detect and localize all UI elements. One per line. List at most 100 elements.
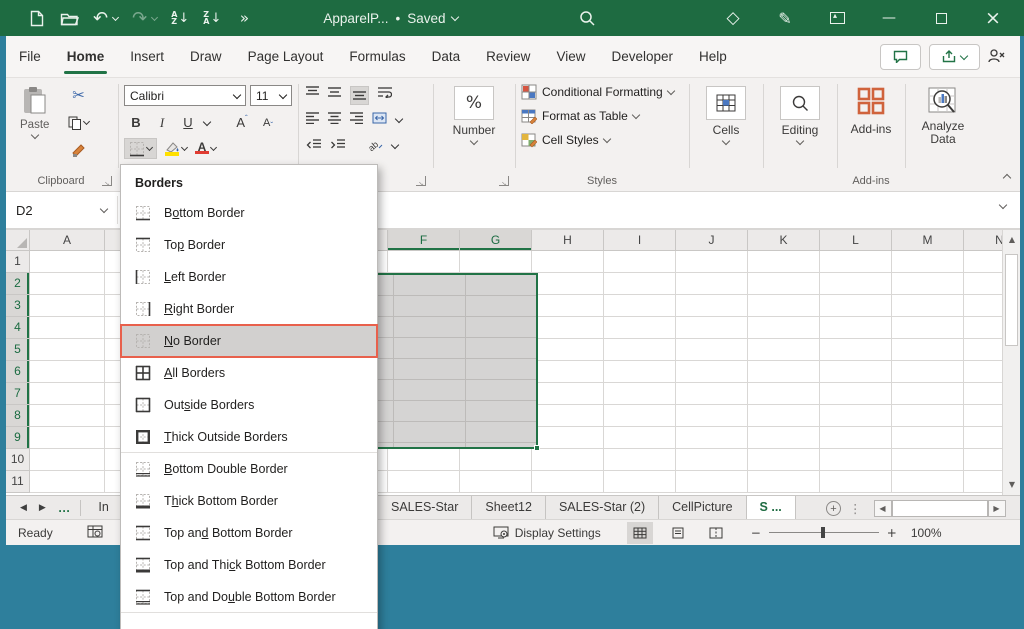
- decrease-font-button[interactable]: Aˇ: [258, 112, 278, 133]
- row-header[interactable]: 9: [6, 427, 30, 449]
- italic-button[interactable]: I: [152, 112, 172, 133]
- ribbon-tab[interactable]: Home: [54, 36, 118, 78]
- number-format-button[interactable]: % Number: [447, 78, 501, 144]
- premium-diamond-icon[interactable]: ◇: [724, 7, 742, 29]
- row-header[interactable]: 11: [6, 471, 30, 493]
- row-header[interactable]: 5: [6, 339, 30, 361]
- bold-button[interactable]: B: [126, 112, 146, 133]
- expand-formula-bar-icon[interactable]: [999, 201, 1007, 209]
- sort-ascending-icon[interactable]: AZ↓: [171, 7, 189, 29]
- ribbon-tab[interactable]: Data: [419, 36, 474, 78]
- zoom-slider[interactable]: [769, 532, 879, 533]
- vertical-scroll-thumb[interactable]: [1005, 254, 1018, 346]
- clipboard-dialog-launcher-icon[interactable]: [102, 176, 112, 186]
- undo-icon[interactable]: ↶: [93, 7, 118, 29]
- menu-item[interactable]: Top and Bottom Border: [121, 517, 377, 549]
- paste-button[interactable]: Paste: [20, 78, 49, 138]
- open-folder-icon[interactable]: [60, 7, 79, 29]
- ribbon-tab[interactable]: Formulas: [336, 36, 418, 78]
- style-menu-button[interactable]: Conditional Formatting: [521, 84, 674, 100]
- display-settings-button[interactable]: Display Settings: [493, 526, 601, 540]
- scroll-up-icon[interactable]: ▲: [1003, 230, 1021, 250]
- align-right-icon[interactable]: [350, 112, 363, 127]
- maximize-button[interactable]: [932, 7, 950, 29]
- sheet-nav-right-icon[interactable]: ▶: [33, 503, 52, 513]
- cut-button[interactable]: ✂: [68, 84, 89, 105]
- menu-item[interactable]: Bottom Border: [121, 197, 377, 229]
- menu-item[interactable]: Thick Bottom Border: [121, 485, 377, 517]
- row-header[interactable]: 2: [6, 273, 30, 295]
- menu-item[interactable]: Top Border: [121, 229, 377, 261]
- row-header[interactable]: 1: [6, 251, 30, 273]
- format-painter-button[interactable]: [68, 140, 89, 161]
- copy-button[interactable]: [68, 112, 89, 133]
- font-size-combo[interactable]: 11: [250, 85, 292, 106]
- ribbon-tab[interactable]: Insert: [117, 36, 177, 78]
- wrap-text-icon[interactable]: [378, 86, 392, 105]
- orientation-chevron[interactable]: [391, 141, 399, 149]
- font-color-button[interactable]: A: [195, 138, 216, 159]
- increase-font-button[interactable]: Aˆ: [232, 112, 252, 133]
- sheet-nav-more-icon[interactable]: …: [52, 501, 77, 515]
- orientation-icon[interactable]: ab: [369, 138, 383, 154]
- ribbon-tab[interactable]: Help: [686, 36, 740, 78]
- row-header[interactable]: 4: [6, 317, 30, 339]
- people-icon[interactable]: [988, 48, 1006, 66]
- style-menu-button[interactable]: Cell Styles: [521, 132, 674, 148]
- pen-launcher-icon[interactable]: ✎: [776, 7, 794, 29]
- hscroll-right-icon[interactable]: ▶: [988, 500, 1006, 517]
- zoom-slider-thumb[interactable]: [821, 527, 825, 538]
- sort-descending-icon[interactable]: ZA↓: [203, 7, 221, 29]
- menu-item[interactable]: Thick Outside Borders: [121, 421, 377, 453]
- menu-item[interactable]: All Borders: [121, 357, 377, 389]
- hscroll-left-icon[interactable]: ◀: [874, 500, 892, 517]
- sheet-tab[interactable]: SALES-Star: [378, 496, 472, 520]
- menu-item[interactable]: Right Border: [121, 293, 377, 325]
- column-header[interactable]: M: [892, 230, 964, 251]
- editing-button[interactable]: Editing: [771, 78, 829, 144]
- page-break-view-button[interactable]: [703, 522, 729, 544]
- page-layout-view-button[interactable]: [665, 522, 691, 544]
- menu-item[interactable]: Outside Borders: [121, 389, 377, 421]
- sheet-tab-partial[interactable]: In: [85, 496, 108, 520]
- comments-button[interactable]: [880, 44, 921, 70]
- sheet-tab[interactable]: Sheet12: [472, 496, 546, 520]
- ribbon-display-options-icon[interactable]: [828, 7, 846, 29]
- borders-button[interactable]: [124, 138, 157, 159]
- sheet-tab[interactable]: S ...: [747, 496, 796, 520]
- ribbon-tab[interactable]: Draw: [177, 36, 235, 78]
- search-icon[interactable]: [578, 7, 596, 29]
- more-commands-icon[interactable]: »: [235, 7, 253, 29]
- decrease-indent-icon[interactable]: [306, 139, 321, 154]
- new-file-icon[interactable]: [28, 7, 46, 29]
- align-bottom-icon[interactable]: [350, 86, 369, 105]
- cells-button[interactable]: Cells: [699, 78, 753, 144]
- analyze-data-button[interactable]: AnalyzeData: [909, 78, 977, 146]
- ribbon-tab[interactable]: File: [6, 36, 54, 78]
- normal-view-button[interactable]: [627, 522, 653, 544]
- fill-handle[interactable]: [534, 445, 540, 451]
- ribbon-tab[interactable]: Page Layout: [235, 36, 337, 78]
- font-name-combo[interactable]: Calibri: [124, 85, 246, 106]
- ribbon-tab[interactable]: Developer: [598, 36, 686, 78]
- menu-item[interactable]: Left Border: [121, 261, 377, 293]
- row-header[interactable]: 6: [6, 361, 30, 383]
- menu-item[interactable]: Bottom Double Border: [121, 453, 377, 485]
- column-header[interactable]: L: [820, 230, 892, 251]
- style-menu-button[interactable]: Format as Table: [521, 108, 674, 124]
- ribbon-tab[interactable]: View: [543, 36, 598, 78]
- row-header[interactable]: 10: [6, 449, 30, 471]
- merge-options-chevron[interactable]: [395, 114, 403, 122]
- select-all-corner[interactable]: [6, 230, 30, 251]
- number-dialog-launcher-icon[interactable]: [499, 176, 509, 186]
- sheet-tab[interactable]: SALES-Star (2): [546, 496, 659, 520]
- menu-item[interactable]: No Border: [121, 325, 377, 357]
- close-button[interactable]: ×: [984, 7, 1002, 29]
- fill-color-button[interactable]: [165, 138, 187, 159]
- alignment-dialog-launcher-icon[interactable]: [416, 176, 426, 186]
- underline-options-chevron[interactable]: [203, 117, 211, 125]
- merge-center-icon[interactable]: [372, 112, 387, 127]
- align-middle-icon[interactable]: [328, 86, 341, 105]
- scroll-down-icon[interactable]: ▼: [1003, 475, 1021, 495]
- column-header[interactable]: I: [604, 230, 676, 251]
